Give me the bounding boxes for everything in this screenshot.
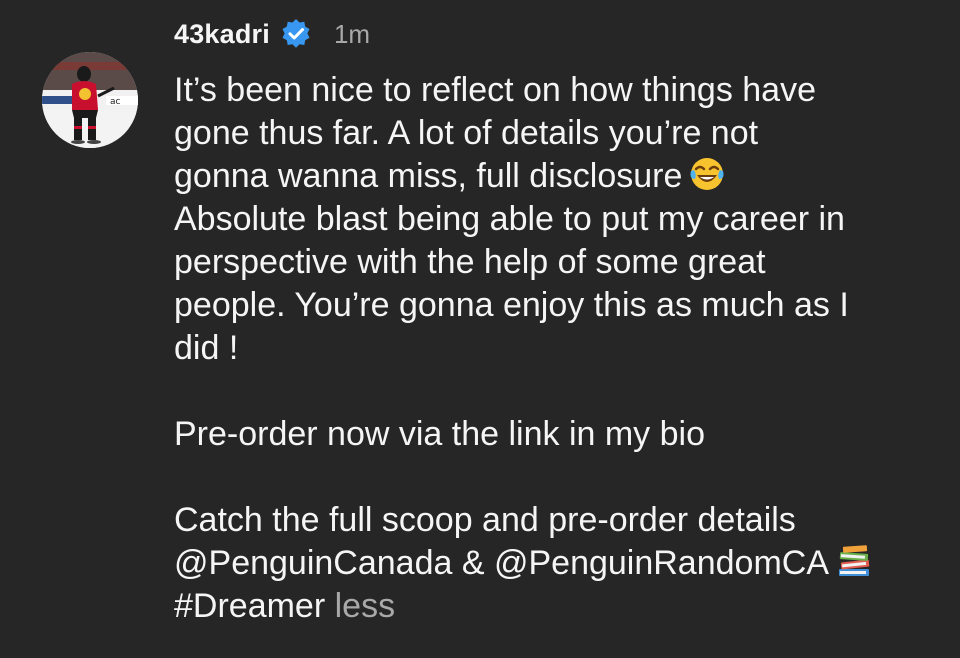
caption-line: #Dreamer less: [174, 585, 934, 628]
caption-line: did !: [174, 329, 239, 367]
caption-line: Absolute blast being able to put my care…: [174, 200, 845, 238]
caption-line: Catch the full scoop and pre-order detai…: [174, 501, 796, 539]
caption-line: It’s been nice to reflect on how things …: [174, 71, 816, 109]
caption-line-text: gonna wanna miss, full disclosure: [174, 157, 683, 195]
comment-post: ac 43kadri 1m It’s been nice to reflect …: [0, 0, 960, 658]
post-header: 43kadri 1m: [174, 14, 370, 54]
caption-line: Pre-order now via the link in my bio: [174, 415, 706, 453]
books-icon: [835, 542, 873, 580]
caption-line: @PenguinCanada & @PenguinRandomCA: [174, 542, 934, 585]
verified-badge-icon: [280, 18, 312, 50]
username[interactable]: 43kadri: [174, 19, 270, 50]
avatar[interactable]: ac: [42, 52, 138, 148]
caption-line: gone thus far. A lot of details you’re n…: [174, 114, 759, 152]
caption: It’s been nice to reflect on how things …: [174, 69, 934, 628]
avatar-photo: ac: [42, 52, 138, 148]
hashtag-link[interactable]: #Dreamer: [174, 587, 325, 625]
mentions[interactable]: @PenguinCanada & @PenguinRandomCA: [174, 544, 829, 582]
svg-text:ac: ac: [110, 97, 121, 107]
caption-line: gonna wanna miss, full disclosure: [174, 155, 934, 198]
caption-line: perspective with the help of some great: [174, 243, 766, 281]
face-with-tears-of-joy-icon: [688, 155, 726, 193]
caption-line: people. You’re gonna enjoy this as much …: [174, 286, 849, 324]
less-link[interactable]: less: [335, 587, 395, 625]
timestamp: 1m: [333, 18, 371, 49]
